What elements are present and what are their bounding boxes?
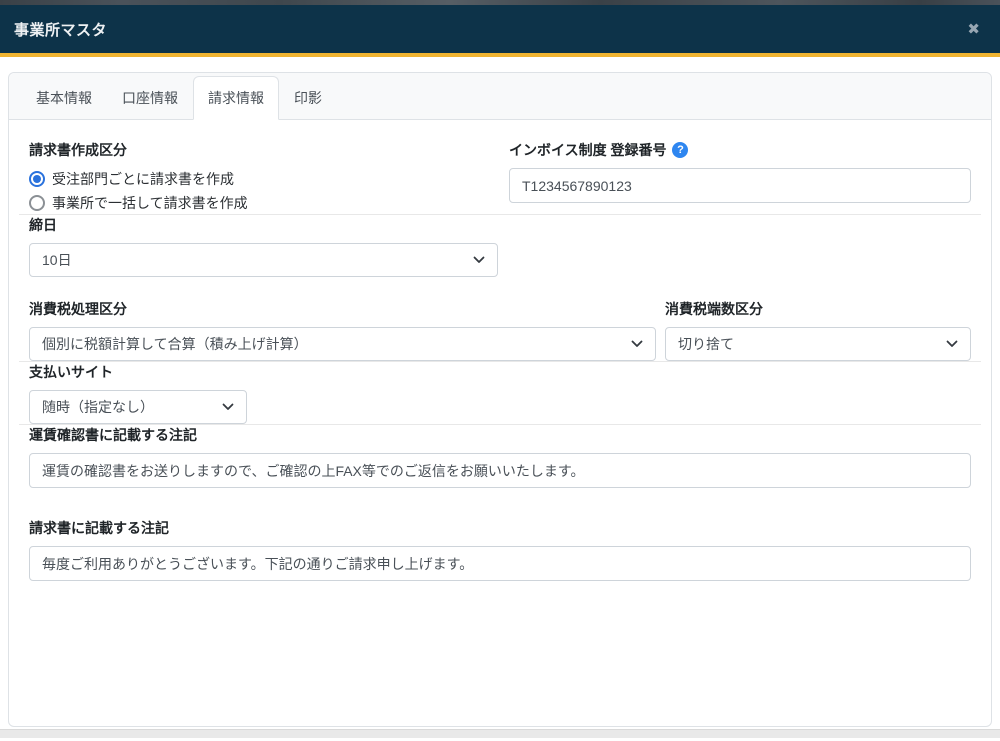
close-icon[interactable]: ✖ [961,18,986,41]
tab-bar: 基本情報 口座情報 請求情報 印影 [9,73,991,120]
payment-site-select[interactable]: 随時（指定なし） [29,390,247,424]
radio-option-label: 事業所で一括して請求書を作成 [52,193,248,213]
tax-rounding-label: 消費税端数区分 [665,299,971,319]
tax-processing-value: 個別に税額計算して合算（積み上げ計算） [42,334,308,354]
tax-processing-select[interactable]: 個別に税額計算して合算（積み上げ計算） [29,327,656,361]
chevron-down-icon [631,340,643,348]
closing-day-value: 10日 [42,250,72,270]
chevron-down-icon [946,340,958,348]
radio-checked-icon[interactable] [29,171,45,187]
tax-rounding-select[interactable]: 切り捨て [665,327,971,361]
help-icon[interactable]: ? [672,142,688,158]
billing-info-card: 基本情報 口座情報 請求情報 印影 請求書作成区分 受注部門ごとに請求書を作成 … [8,72,992,727]
modal-body: 基本情報 口座情報 請求情報 印影 請求書作成区分 受注部門ごとに請求書を作成 … [0,57,1000,729]
invoice-note-input[interactable] [29,546,971,581]
invoice-creation-label: 請求書作成区分 [29,140,509,160]
chevron-down-icon [473,256,485,264]
invoice-note-label: 請求書に記載する注記 [29,518,971,538]
invoice-registration-label-text: インボイス制度 登録番号 [509,140,666,160]
invoice-registration-label: インボイス制度 登録番号 ? [509,140,971,160]
payment-site-value: 随時（指定なし） [42,397,154,417]
chevron-down-icon [222,403,234,411]
modal-header: 事業所マスタ ✖ [0,5,1000,57]
payment-site-label: 支払いサイト [29,362,971,382]
dimmed-page-background-bottom [0,729,1000,738]
tab-billing-info[interactable]: 請求情報 [193,76,279,120]
radio-unchecked-icon[interactable] [29,195,45,211]
radio-option-label: 受注部門ごとに請求書を作成 [52,169,234,189]
tax-processing-label: 消費税処理区分 [29,299,656,319]
tab-basic-info[interactable]: 基本情報 [21,76,107,120]
tabs: 基本情報 口座情報 請求情報 印影 [21,76,979,119]
modal-title: 事業所マスタ [14,19,107,40]
freight-note-input[interactable] [29,453,971,488]
tab-seal[interactable]: 印影 [279,76,337,120]
radio-option-per-department[interactable]: 受注部門ごとに請求書を作成 [29,168,509,190]
tax-rounding-value: 切り捨て [678,334,734,354]
radio-option-per-office[interactable]: 事業所で一括して請求書を作成 [29,192,509,214]
tab-account-info[interactable]: 口座情報 [107,76,193,120]
closing-day-select[interactable]: 10日 [29,243,498,277]
closing-day-label: 締日 [29,215,971,235]
tab-panel-billing: 請求書作成区分 受注部門ごとに請求書を作成 事業所で一括して請求書を作成 インボ… [9,120,991,601]
invoice-registration-input[interactable] [509,168,971,203]
freight-note-label: 運賃確認書に記載する注記 [29,425,971,445]
